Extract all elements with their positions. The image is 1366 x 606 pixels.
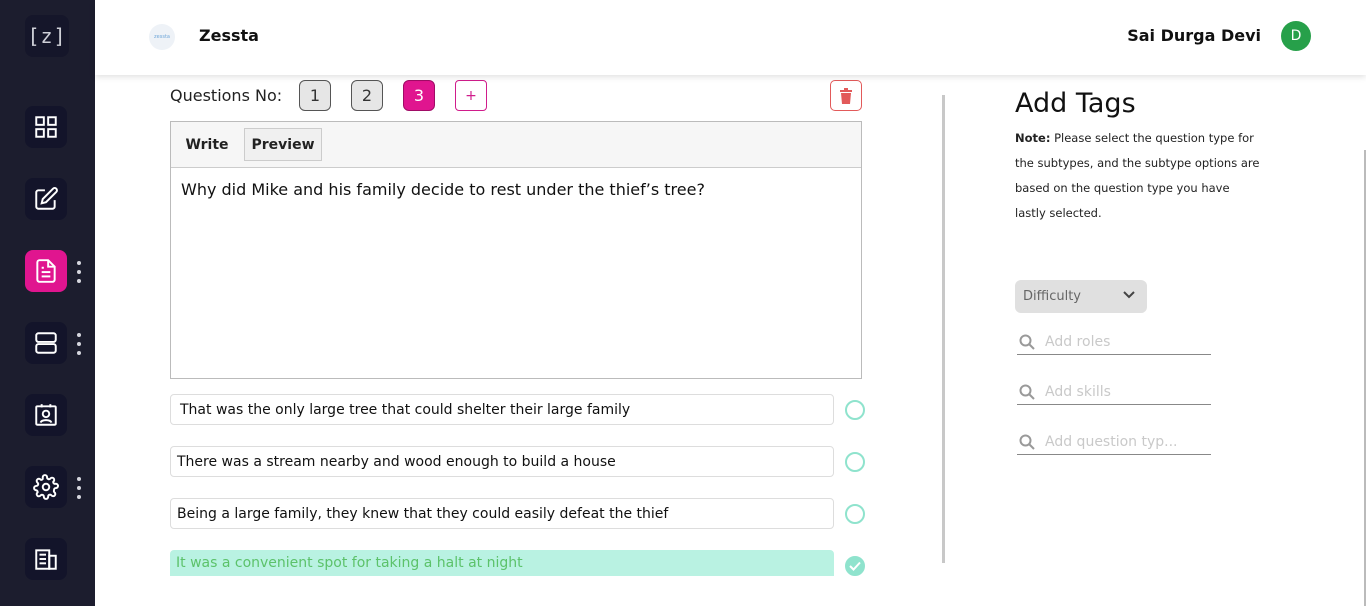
user-name: Sai Durga Devi [1127,26,1261,45]
question-type-search-field [1017,430,1211,455]
brand-name: Zessta [199,26,259,45]
answer-radio-checked[interactable] [845,556,865,576]
question-number-button[interactable]: 1 [299,80,331,111]
roles-input[interactable] [1045,334,1205,350]
tab-preview[interactable]: Preview [244,128,322,161]
document-icon[interactable] [25,250,67,292]
server-menu-kebab-icon[interactable] [76,333,82,355]
search-icon [1019,334,1035,350]
note-label: Note: [1015,131,1051,145]
questions-number-label: Questions No: [170,86,283,105]
settings-menu-kebab-icon[interactable] [76,477,82,499]
add-tags-title: Add Tags [1015,88,1136,119]
brand-logo[interactable]: zessta [149,24,175,50]
dashboard-grid-icon[interactable] [25,106,67,148]
panel-divider [942,95,945,563]
question-number-button-active[interactable]: 3 [403,80,435,111]
skills-search-field [1017,380,1211,405]
top-header: zessta Zessta Sai Durga Devi D [95,0,1366,75]
difficulty-label: Difficulty [1023,289,1081,304]
note-text: Please select the question type for the … [1015,131,1260,220]
question-text[interactable]: Why did Mike and his family decide to re… [171,168,861,211]
tags-note: Note: Please select the question type fo… [1015,126,1260,226]
sidebar: [z] [0,0,95,606]
answer-option[interactable]: There was a stream nearby and wood enoug… [170,446,834,477]
gear-icon[interactable] [25,466,67,508]
answer-option[interactable]: That was the only large tree that could … [170,394,834,425]
answer-radio[interactable] [845,504,865,524]
document-menu-kebab-icon[interactable] [76,261,82,283]
delete-question-button[interactable] [830,80,862,111]
answer-option-correct[interactable]: It was a convenient spot for taking a ha… [170,550,834,576]
building-icon[interactable] [25,538,67,580]
avatar[interactable]: D [1281,21,1311,51]
add-question-button[interactable]: + [455,80,487,111]
trash-icon [840,87,852,104]
question-number-button[interactable]: 2 [351,80,383,111]
checkmark-icon [849,561,861,571]
tab-write[interactable]: Write [177,128,237,161]
answer-radio[interactable] [845,452,865,472]
roles-search-field [1017,330,1211,355]
difficulty-select[interactable]: Difficulty [1015,280,1147,313]
editor-tabs: Write Preview [171,122,861,168]
server-icon[interactable] [25,322,67,364]
answer-radio[interactable] [845,400,865,420]
answer-option[interactable]: Being a large family, they knew that the… [170,498,834,529]
question-type-input[interactable] [1045,434,1205,450]
search-icon [1019,434,1035,450]
search-icon [1019,384,1035,400]
question-editor: Write Preview Why did Mike and his famil… [170,121,862,379]
app-logo[interactable]: [z] [25,15,69,57]
skills-input[interactable] [1045,384,1205,400]
chevron-down-icon [1123,291,1135,299]
contact-card-icon[interactable] [25,394,67,436]
edit-icon[interactable] [25,178,67,220]
